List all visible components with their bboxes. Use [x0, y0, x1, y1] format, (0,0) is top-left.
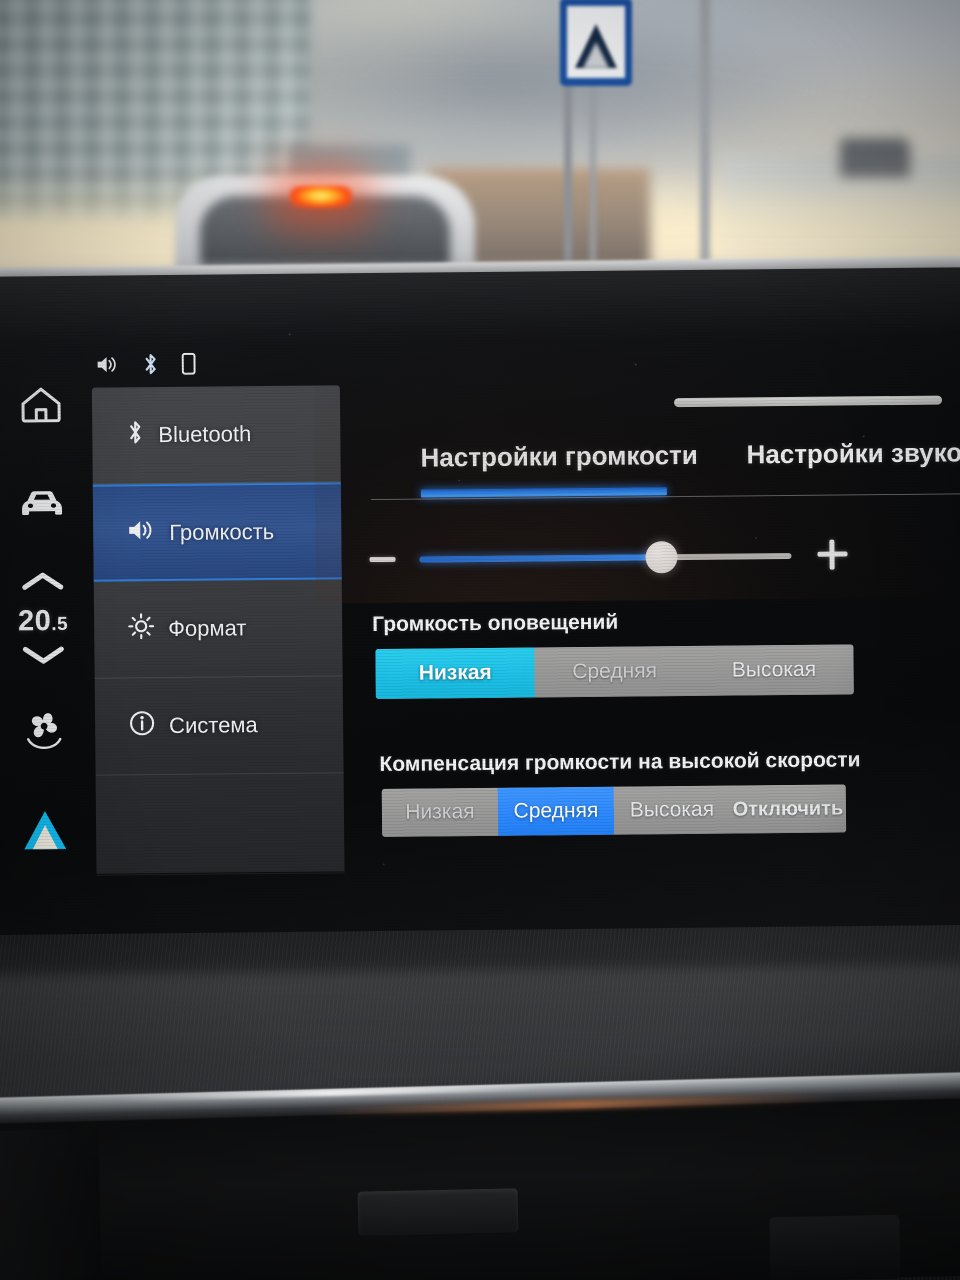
- settings-menu-panel: Bluetooth Громкость Формат Система: [91, 385, 345, 876]
- segment-option[interactable]: Средняя: [534, 645, 695, 698]
- segment-option[interactable]: Высокая: [613, 785, 731, 835]
- menu-item-label: Bluetooth: [158, 421, 252, 448]
- air-vent-center: [357, 1188, 519, 1236]
- temp-down-button[interactable]: [21, 644, 65, 671]
- segment-option[interactable]: Отключить: [729, 784, 847, 834]
- fan-button[interactable]: [21, 707, 67, 756]
- volume-slider-fill: [419, 554, 662, 563]
- building-right-far: [840, 138, 910, 178]
- pedestrian-crossing-sign: [560, 0, 632, 86]
- tab-volume-settings[interactable]: Настройки громкости: [420, 440, 698, 474]
- volume-decrease-button[interactable]: [369, 556, 396, 563]
- menu-item-empty: [95, 773, 345, 876]
- home-icon: [19, 384, 63, 429]
- master-volume-slider-row: [357, 533, 960, 583]
- temperature-display: 20.5: [18, 605, 68, 638]
- settings-content-pane: Настройки громкости Настройки звуко Гром…: [356, 379, 960, 871]
- temperature-fraction: .5: [51, 613, 69, 636]
- chevron-down-icon: [21, 644, 65, 671]
- volume-icon: [96, 354, 120, 374]
- tab-bar: Настройки громкости Настройки звуко: [356, 437, 960, 501]
- volume-increase-button[interactable]: [817, 539, 847, 569]
- tab-sound-settings[interactable]: Настройки звуко: [746, 437, 960, 470]
- air-vent-right: [769, 1214, 901, 1280]
- menu-item-format[interactable]: Формат: [93, 579, 343, 679]
- console-left-seam: [0, 1128, 102, 1280]
- menu-item-label: Громкость: [169, 518, 275, 545]
- info-icon: [129, 710, 155, 742]
- brightness-icon: [128, 613, 155, 645]
- car-infotainment-photo: 20.5 Bluetooth Громкость Формат Система …: [0, 0, 960, 1280]
- brake-light: [290, 186, 352, 208]
- pedestrian-crossing-sign-inner: [583, 42, 609, 68]
- volume-icon: [127, 518, 155, 548]
- light-pole: [700, 0, 710, 280]
- segment-option[interactable]: Высокая: [694, 644, 854, 696]
- temp-up-button[interactable]: [21, 570, 65, 597]
- left-rail: 20.5: [2, 376, 85, 887]
- horizontal-scrollbar[interactable]: [673, 395, 943, 408]
- menu-item-label: Система: [168, 712, 258, 738]
- bluetooth-icon: [126, 419, 144, 451]
- vehicle-button[interactable]: [18, 487, 66, 524]
- chevron-up-icon: [21, 570, 65, 597]
- segment-option[interactable]: Средняя: [497, 786, 615, 836]
- segment-option[interactable]: Низкая: [375, 647, 536, 700]
- status-bar: [96, 352, 196, 376]
- menu-item-bluetooth[interactable]: Bluetooth: [91, 385, 341, 485]
- menu-item-system[interactable]: Система: [94, 676, 344, 776]
- speed-compensation-segmented-control: Низкая Средняя Высокая Отключить: [381, 784, 847, 837]
- notification-volume-segmented-control: Низкая Средняя Высокая: [375, 644, 854, 700]
- sign-post-mid: [590, 80, 596, 280]
- fan-icon: [21, 707, 67, 756]
- volume-slider-thumb[interactable]: [645, 541, 678, 574]
- notification-volume-label: Громкость оповещений: [372, 610, 619, 637]
- speed-compensation-label: Компенсация громкости на высокой скорост…: [379, 748, 861, 776]
- menu-item-volume[interactable]: Громкость: [92, 482, 342, 582]
- segment-option[interactable]: Низкая: [381, 787, 499, 837]
- sign-post-left: [564, 70, 572, 285]
- home-button[interactable]: [19, 384, 63, 429]
- bluetooth-icon: [142, 353, 160, 375]
- volume-slider-track[interactable]: [419, 541, 792, 574]
- android-auto-icon: [21, 808, 69, 857]
- menu-item-label: Формат: [168, 615, 247, 641]
- phone-icon: [181, 352, 196, 375]
- temperature-value: 20: [17, 605, 52, 638]
- android-auto-button[interactable]: [21, 808, 69, 857]
- car-icon: [18, 487, 66, 524]
- head-unit-screen: 20.5 Bluetooth Громкость Формат Система …: [0, 267, 960, 949]
